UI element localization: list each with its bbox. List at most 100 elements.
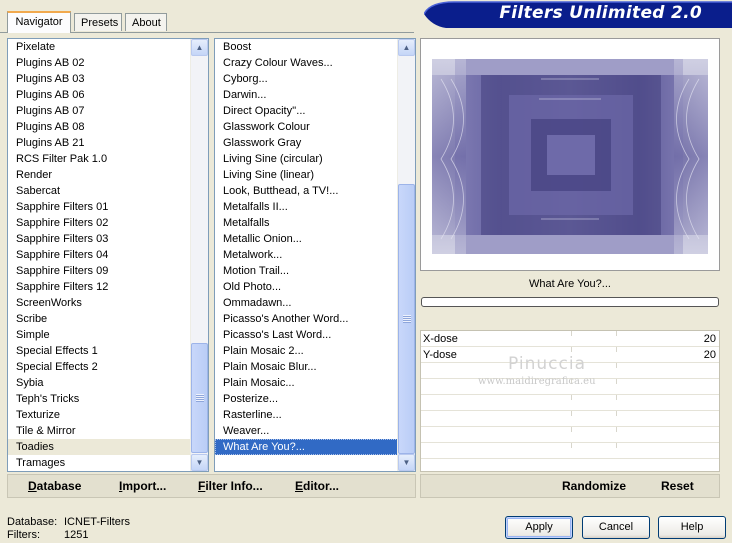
param-row-empty [421,411,719,427]
list-item[interactable]: Tramages [8,455,193,471]
list-item[interactable]: Sapphire Filters 02 [8,215,193,231]
list-item[interactable]: Picasso's Last Word... [215,327,400,343]
list-item[interactable]: Plain Mosaic 2... [215,343,400,359]
scroll-down-icon[interactable]: ▼ [398,454,415,471]
database-label: Database: [7,516,58,528]
scroll-down-icon[interactable]: ▼ [191,454,208,471]
grid-tick [616,379,617,384]
list-item[interactable]: ScreenWorks [8,295,193,311]
list-item[interactable]: Plugins AB 21 [8,135,193,151]
list-item[interactable]: Plain Mosaic Blur... [215,359,400,375]
list-item[interactable]: Plugins AB 07 [8,103,193,119]
list-item[interactable]: Plain Mosaic... [215,375,400,391]
list-item[interactable]: Picasso's Another Word... [215,311,400,327]
filter-info-button[interactable]: Filter Info... [198,479,263,493]
param-value[interactable]: 20 [704,349,716,361]
filter-scrollbar[interactable]: ▲ ▼ [397,39,415,471]
param-row-empty [421,443,719,459]
list-item[interactable]: Darwin... [215,87,400,103]
scroll-up-icon[interactable]: ▲ [398,39,415,56]
list-item[interactable]: Special Effects 1 [8,343,193,359]
tab-about[interactable]: About [125,13,167,31]
list-item[interactable]: Metallic Onion... [215,231,400,247]
grid-tick [616,411,617,416]
scroll-up-icon[interactable]: ▲ [191,39,208,56]
help-button[interactable]: Help [658,516,726,539]
param-value[interactable]: 20 [704,333,716,345]
list-item[interactable]: Living Sine (circular) [215,151,400,167]
list-item[interactable]: Glasswork Gray [215,135,400,151]
tab-presets[interactable]: Presets [74,13,122,31]
list-item[interactable]: Plugins AB 06 [8,87,193,103]
list-item[interactable]: Cyborg... [215,71,400,87]
list-item[interactable]: Sapphire Filters 01 [8,199,193,215]
list-item[interactable]: Metalfalls II... [215,199,400,215]
list-item[interactable]: Weaver... [215,423,400,439]
list-item[interactable]: Living Sine (linear) [215,167,400,183]
list-item[interactable]: Plugins AB 08 [8,119,193,135]
list-item[interactable]: Ommadawn... [215,295,400,311]
database-button[interactable]: Database [28,479,81,493]
list-item[interactable]: Sapphire Filters 04 [8,247,193,263]
tab-navigator[interactable]: Navigator [7,11,71,33]
list-item[interactable]: Pixelate [8,39,193,55]
editor-button[interactable]: Editor... [295,479,339,493]
list-item[interactable]: Sapphire Filters 03 [8,231,193,247]
list-item[interactable]: Toadies [8,439,193,455]
grid-tick [571,395,572,400]
list-item[interactable]: Motion Trail... [215,263,400,279]
list-item[interactable]: Plugins AB 03 [8,71,193,87]
list-item[interactable]: Special Effects 2 [8,359,193,375]
scroll-thumb[interactable] [191,343,208,453]
preview-image [432,59,708,254]
grid-tick [571,427,572,432]
list-item[interactable]: Boost [215,39,400,55]
grid-tick [571,411,572,416]
list-item[interactable]: Sapphire Filters 12 [8,279,193,295]
watermark-name: Pinuccia [508,354,586,374]
import-button[interactable]: Import... [119,479,166,493]
list-item[interactable]: RCS Filter Pak 1.0 [8,151,193,167]
apply-button[interactable]: Apply [505,516,573,539]
scroll-thumb[interactable] [398,184,415,454]
param-row-x-dose[interactable]: X-dose 20 [421,331,719,347]
list-item[interactable]: Direct Opacity''... [215,103,400,119]
list-item[interactable]: Glasswork Colour [215,119,400,135]
list-item[interactable]: Simple [8,327,193,343]
filter-list[interactable]: Boost Crazy Colour Waves... Cyborg... Darwi… [214,38,416,472]
list-item[interactable]: Scribe [8,311,193,327]
list-item[interactable]: Metalfalls [215,215,400,231]
reset-button[interactable]: Reset [661,479,694,493]
title-banner: Filters Unlimited 2.0 [424,0,732,28]
category-items: Pixelate Plugins AB 02 Plugins AB 03 Plugin… [8,39,193,471]
list-item[interactable]: Old Photo... [215,279,400,295]
list-item[interactable]: Plugins AB 02 [8,55,193,71]
preview-frame [420,38,720,271]
list-item[interactable]: Teph's Tricks [8,391,193,407]
list-item[interactable]: Metalwork... [215,247,400,263]
list-item[interactable]: Sybia [8,375,193,391]
category-list[interactable]: Pixelate Plugins AB 02 Plugins AB 03 Plugin… [7,38,209,472]
watermark-site: www.maidiregrafica.eu [478,376,596,387]
list-item[interactable]: Crazy Colour Waves... [215,55,400,71]
randomize-button[interactable]: Randomize [562,479,626,493]
grid-tick [616,363,617,368]
list-item[interactable]: Look, Butthead, a TV!... [215,183,400,199]
filter-items: Boost Crazy Colour Waves... Cyborg... Darwi… [215,39,400,455]
param-label: Y-dose [423,349,457,361]
category-scrollbar[interactable]: ▲ ▼ [190,39,208,471]
database-value: ICNET-Filters [64,516,130,528]
progress-bar [421,297,719,307]
list-item[interactable]: Sabercat [8,183,193,199]
list-item[interactable]: Sapphire Filters 09 [8,263,193,279]
grid-tick [571,443,572,448]
list-item[interactable]: Render [8,167,193,183]
param-row-empty [421,395,719,411]
grid-tick [616,427,617,432]
list-item[interactable]: Texturize [8,407,193,423]
list-item[interactable]: Posterize... [215,391,400,407]
list-item[interactable]: What Are You?... [215,439,400,455]
list-item[interactable]: Tile & Mirror [8,423,193,439]
list-item[interactable]: Rasterline... [215,407,400,423]
cancel-button[interactable]: Cancel [582,516,650,539]
